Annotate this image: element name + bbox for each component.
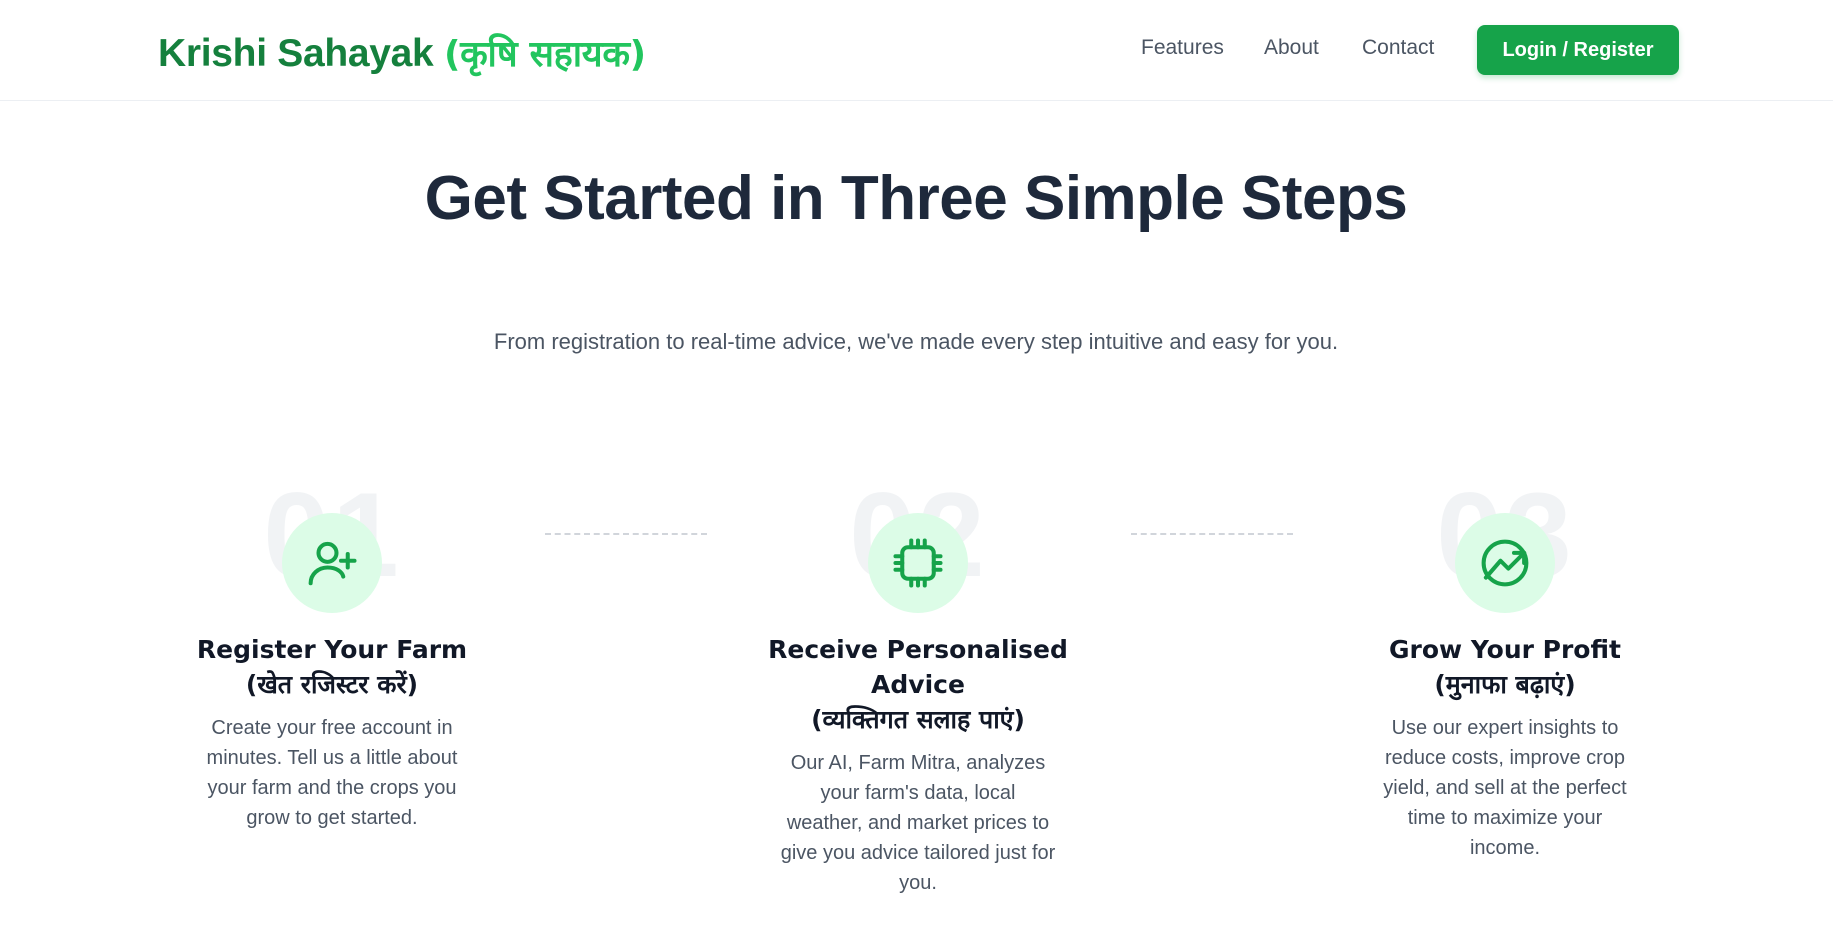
step-description: Use our expert insights to reduce costs,… bbox=[1383, 717, 1627, 859]
step-title-en: Grow Your Profit bbox=[1389, 635, 1621, 664]
step-title-hi: (मुनाफा बढ़ाएं) bbox=[1434, 670, 1576, 699]
brand-name-en: Krishi Sahayak bbox=[158, 32, 434, 75]
step-title-en: Receive Personalised Advice bbox=[768, 635, 1068, 699]
step-title-hi: (खेत रजिस्टर करें) bbox=[245, 670, 419, 699]
step-icon-circle bbox=[1455, 513, 1555, 613]
nav-link-features[interactable]: Features bbox=[1141, 36, 1224, 60]
navbar: Krishi Sahayak (कृषि सहायक) Features Abo… bbox=[0, 0, 1833, 101]
step-title-en: Register Your Farm bbox=[196, 635, 468, 664]
step-title: Receive Personalised Advice (व्यक्तिगत स… bbox=[768, 632, 1068, 737]
step-title: Grow Your Profit (मुनाफा बढ़ाएं) bbox=[1355, 632, 1655, 702]
step-description: Create your free account in minutes. Tel… bbox=[206, 717, 458, 829]
cpu-chip-icon bbox=[893, 538, 943, 588]
user-plus-icon bbox=[308, 541, 357, 586]
brand-name-hi: (कृषि सहायक) bbox=[444, 34, 646, 75]
trending-up-icon bbox=[1481, 539, 1529, 587]
nav-link-about[interactable]: About bbox=[1264, 36, 1319, 60]
step-title-hi: (व्यक्तिगत सलाह पाएं) bbox=[811, 705, 1025, 734]
step-connector bbox=[545, 533, 707, 535]
nav-link-contact[interactable]: Contact bbox=[1362, 36, 1434, 60]
section-title: Get Started in Three Simple Steps bbox=[424, 164, 1408, 233]
step-icon-circle bbox=[868, 513, 968, 613]
step-icon-circle bbox=[282, 513, 382, 613]
brand-logo[interactable]: Krishi Sahayak (कृषि सहायक) bbox=[158, 28, 646, 77]
step-title: Register Your Farm (खेत रजिस्टर करें) bbox=[182, 632, 482, 702]
section-subtitle: From registration to real-time advice, w… bbox=[493, 329, 1339, 354]
step-connector bbox=[1131, 533, 1293, 535]
step-description: Our AI, Farm Mitra, analyzes your farm's… bbox=[780, 752, 1056, 894]
login-register-button[interactable]: Login / Register bbox=[1477, 25, 1679, 75]
